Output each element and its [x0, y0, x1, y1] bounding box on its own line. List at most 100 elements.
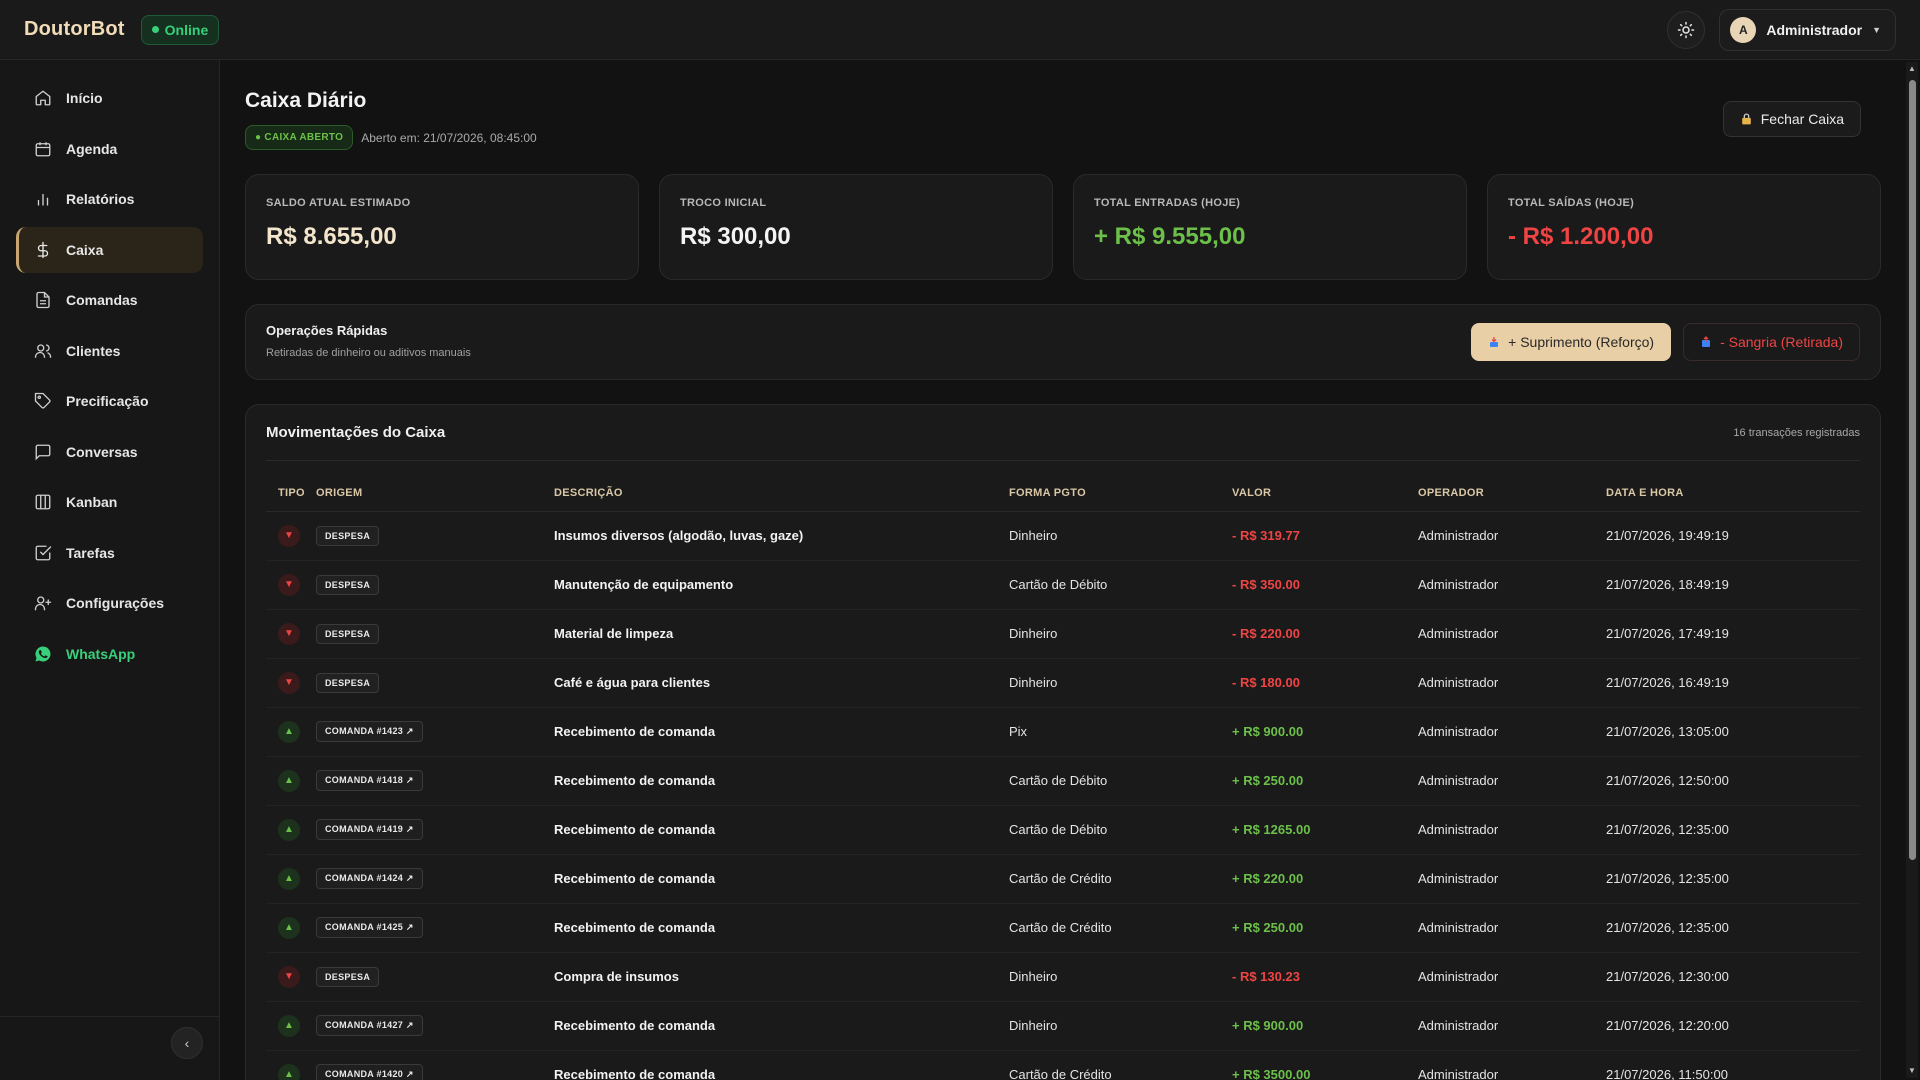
- operator-cell: Administrador: [1418, 805, 1606, 855]
- sidebar-item-label: Caixa: [66, 241, 104, 258]
- sidebar: Início Agenda Relatórios Caixa Comandas …: [0, 60, 220, 1080]
- sidebar-item-clientes[interactable]: Clientes: [16, 328, 203, 374]
- datetime-cell: 21/07/2026, 12:20:00: [1606, 1001, 1860, 1051]
- top-bar: DoutorBot Online A Administrador ▼: [0, 0, 1920, 60]
- sidebar-item-relatorios[interactable]: Relatórios: [16, 176, 203, 222]
- table-row[interactable]: ▼ DESPESA Café e água para clientes Dinheir…: [266, 658, 1860, 708]
- page-scrollbar[interactable]: ▲ ▼: [1906, 62, 1918, 1078]
- type-cell: ▲: [266, 903, 316, 953]
- theme-toggle-button[interactable]: [1667, 10, 1706, 49]
- summary-cards: SALDO ATUAL ESTIMADO R$ 8.655,00 TROCO I…: [245, 174, 1881, 280]
- sidebar-item-label: Clientes: [66, 342, 121, 359]
- origin-link-badge[interactable]: COMANDA #1424 ↗: [316, 868, 423, 889]
- origin-cell: DESPESA: [316, 560, 554, 610]
- cash-movements-panel: Movimentações do Caixa 16 transações reg…: [245, 404, 1881, 1080]
- column-header-tipo[interactable]: TIPO: [266, 475, 316, 512]
- datetime-cell: 21/07/2026, 17:49:19: [1606, 609, 1860, 659]
- sidebar-item-label: Comandas: [66, 292, 138, 308]
- origin-link-badge[interactable]: COMANDA #1423 ↗: [316, 721, 423, 742]
- sidebar-item-tarefas[interactable]: Tarefas: [16, 530, 203, 576]
- sidebar-item-agenda[interactable]: Agenda: [16, 126, 203, 172]
- scroll-down-icon[interactable]: ▼: [1907, 1066, 1917, 1076]
- origin-cell: COMANDA #1425 ↗: [316, 903, 554, 953]
- sidebar-item-configuracoes[interactable]: Configurações: [16, 580, 203, 626]
- origin-badge: DESPESA: [316, 574, 380, 595]
- arrow-down-icon: ▼: [278, 965, 300, 988]
- sidebar-item-label: Kanban: [66, 494, 118, 510]
- table-row[interactable]: ▲ COMANDA #1423 ↗ Recebimento de comanda Pi…: [266, 707, 1860, 757]
- origin-link-badge[interactable]: COMANDA #1425 ↗: [316, 917, 423, 938]
- table-row[interactable]: ▼ DESPESA Manutenção de equipamento Cartão …: [266, 560, 1860, 610]
- card-troco-inicial: TROCO INICIAL R$ 300,00: [659, 174, 1053, 280]
- description-cell: Café e água para clientes: [554, 658, 1009, 708]
- sun-icon: [1678, 21, 1695, 38]
- payment-method-cell: Cartão de Débito: [1009, 560, 1232, 610]
- table-row[interactable]: ▲ COMANDA #1425 ↗ Recebimento de comanda Ca…: [266, 903, 1860, 953]
- origin-link-badge[interactable]: COMANDA #1420 ↗: [316, 1064, 423, 1080]
- type-cell: ▲: [266, 1001, 316, 1051]
- quick-operations-panel: Operações Rápidas Retiradas de dinheiro …: [245, 304, 1881, 380]
- column-header-origem[interactable]: ORIGEM: [316, 475, 554, 512]
- bar-chart-icon: [37, 193, 49, 206]
- operator-cell: Administrador: [1418, 560, 1606, 610]
- sidebar-item-label: Precificação: [66, 393, 149, 409]
- sidebar-nav: Início Agenda Relatórios Caixa Comandas …: [0, 60, 219, 677]
- user-menu-button[interactable]: A Administrador ▼: [1719, 8, 1896, 51]
- column-header-data-hora[interactable]: DATA E HORA: [1606, 475, 1860, 512]
- home-icon: [35, 90, 51, 106]
- origin-link-badge[interactable]: COMANDA #1419 ↗: [316, 819, 423, 840]
- card-total-saidas: TOTAL SAÍDAS (HOJE) - R$ 1.200,00: [1487, 174, 1881, 280]
- table-row[interactable]: ▼ DESPESA Compra de insumos Dinheiro - R$ 13…: [266, 952, 1860, 1002]
- table-row[interactable]: ▲ COMANDA #1420 ↗ Recebimento de comanda Ca…: [266, 1050, 1860, 1080]
- sidebar-item-label: Conversas: [66, 443, 138, 460]
- table-row[interactable]: ▼ DESPESA Material de limpeza Dinheiro - R$ …: [266, 609, 1860, 659]
- sidebar-item-comandas[interactable]: Comandas: [16, 277, 203, 323]
- origin-badge: DESPESA: [316, 672, 380, 693]
- datetime-cell: 21/07/2026, 18:49:19: [1606, 560, 1860, 610]
- arrow-up-icon: ▲: [278, 818, 300, 841]
- withdraw-button[interactable]: - Sangria (Retirada): [1683, 323, 1860, 361]
- column-header-valor[interactable]: VALOR: [1232, 475, 1418, 512]
- sidebar-item-caixa[interactable]: Caixa: [16, 226, 203, 273]
- arrow-up-icon: ▲: [278, 916, 300, 939]
- payment-method-cell: Cartão de Débito: [1009, 756, 1232, 806]
- sidebar-item-precificacao[interactable]: Precificação: [16, 378, 203, 424]
- description-cell: Compra de insumos: [554, 952, 1009, 1002]
- sidebar-item-kanban[interactable]: Kanban: [16, 479, 203, 525]
- origin-link-badge[interactable]: COMANDA #1418 ↗: [316, 770, 423, 791]
- money-in-icon: [1490, 337, 1499, 347]
- movements-header: Movimentações do Caixa 16 transações reg…: [266, 405, 1860, 461]
- brand-logo[interactable]: DoutorBot: [24, 18, 125, 41]
- origin-cell: DESPESA: [316, 952, 554, 1002]
- scrollbar-thumb[interactable]: [1909, 80, 1916, 860]
- sidebar-item-label: Tarefas: [66, 544, 115, 561]
- origin-cell: DESPESA: [316, 658, 554, 708]
- movements-title: Movimentações do Caixa: [266, 424, 446, 441]
- user-plus-icon: [34, 596, 52, 611]
- table-row[interactable]: ▲ COMANDA #1419 ↗ Recebimento de comanda Ca…: [266, 805, 1860, 855]
- origin-badge: DESPESA: [316, 525, 380, 546]
- sidebar-footer: ‹: [0, 1016, 219, 1080]
- origin-link-badge[interactable]: COMANDA #1427 ↗: [316, 1015, 423, 1036]
- scroll-up-icon[interactable]: ▲: [1907, 64, 1917, 74]
- payment-method-cell: Dinheiro: [1009, 952, 1232, 1002]
- sidebar-item-conversas[interactable]: Conversas: [16, 429, 203, 475]
- sidebar-item-whatsapp[interactable]: WhatsApp: [16, 631, 203, 677]
- close-cash-button[interactable]: Fechar Caixa: [1722, 101, 1861, 137]
- card-label: TOTAL SAÍDAS (HOJE): [1508, 197, 1635, 209]
- datetime-cell: 21/07/2026, 12:35:00: [1606, 903, 1860, 953]
- column-header-forma-pgto[interactable]: FORMA PGTO: [1009, 475, 1232, 512]
- arrow-up-icon: ▲: [278, 1063, 300, 1080]
- table-row[interactable]: ▼ DESPESA Insumos diversos (algodão, luvas…: [266, 511, 1860, 561]
- operator-cell: Administrador: [1418, 658, 1606, 708]
- column-header-descricao[interactable]: DESCRIÇÃO: [554, 475, 1009, 512]
- sidebar-item-inicio[interactable]: Início: [16, 75, 203, 121]
- table-row[interactable]: ▲ COMANDA #1427 ↗ Recebimento de comanda Di…: [266, 1001, 1860, 1051]
- table-row[interactable]: ▲ COMANDA #1418 ↗ Recebimento de comanda Ca…: [266, 756, 1860, 806]
- column-header-operador[interactable]: OPERADOR: [1418, 475, 1606, 512]
- supply-button[interactable]: + Suprimento (Reforço): [1471, 323, 1672, 361]
- type-cell: ▼: [266, 658, 316, 708]
- table-row[interactable]: ▲ COMANDA #1424 ↗ Recebimento de comanda Ca…: [266, 854, 1860, 904]
- datetime-cell: 21/07/2026, 13:05:00: [1606, 707, 1860, 757]
- collapse-sidebar-button[interactable]: ‹: [171, 1027, 203, 1059]
